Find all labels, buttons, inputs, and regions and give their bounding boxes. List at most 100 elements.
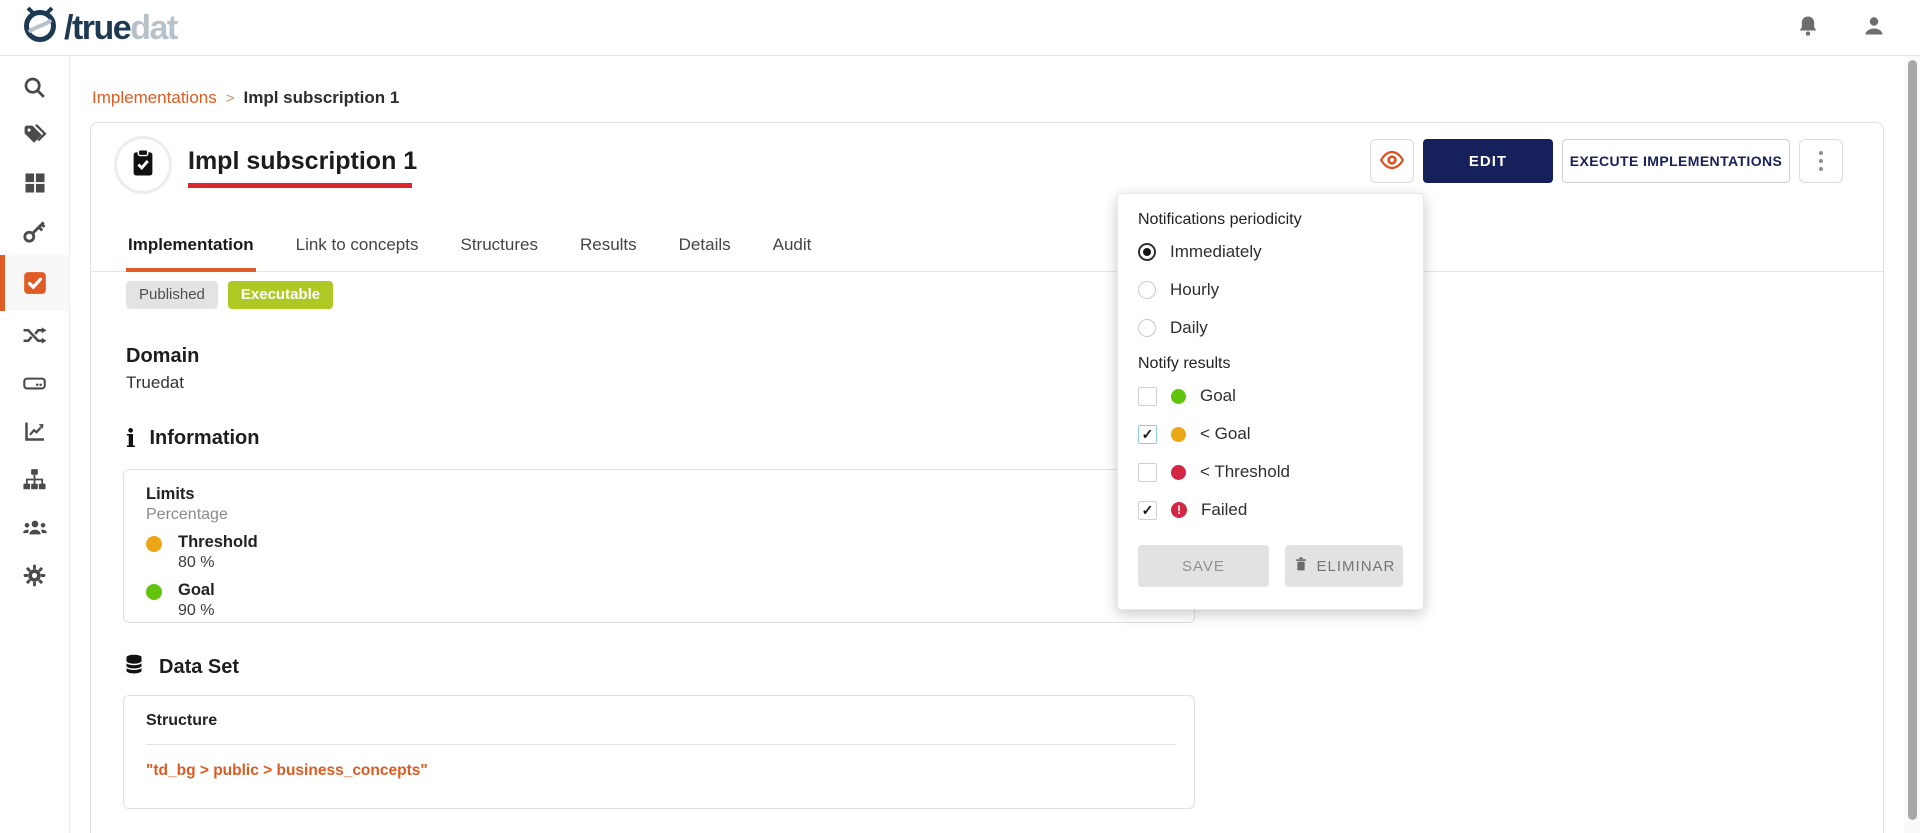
threshold-label: Threshold: [178, 533, 258, 552]
sidebar-item-quality-active[interactable]: [0, 255, 69, 311]
checkbox-goal[interactable]: [1138, 387, 1157, 406]
database-icon: [123, 653, 145, 681]
limits-box: Limits Percentage Threshold 80 % Goal 90…: [123, 469, 1195, 623]
sidebar-item-key[interactable]: [0, 207, 69, 255]
radio-immediately-label: Immediately: [1170, 242, 1262, 262]
goal-label: Goal: [178, 581, 215, 600]
threshold-value: 80 %: [178, 554, 258, 572]
tab-details[interactable]: Details: [677, 225, 733, 272]
brand-logo[interactable]: /truedat: [20, 5, 177, 50]
breadcrumb: Implementations > Impl subscription 1: [92, 88, 399, 108]
checkbox-option-lt-goal[interactable]: < Goal: [1138, 415, 1403, 453]
storage-drive-icon: [22, 371, 47, 396]
sitemap-icon: [22, 467, 47, 492]
breadcrumb-separator: >: [226, 90, 235, 107]
sidebar-item-grid[interactable]: [0, 159, 69, 207]
delete-button-label: ELIMINAR: [1317, 558, 1396, 575]
radio-immediately[interactable]: [1138, 243, 1156, 261]
tab-implementation[interactable]: Implementation: [126, 225, 256, 272]
popup-buttons: SAVE ELIMINAR: [1138, 545, 1403, 587]
lt-goal-status-dot-icon: [1171, 427, 1186, 442]
kebab-dot: [1819, 151, 1823, 155]
topbar-actions: [1796, 14, 1894, 41]
sidebar-item-user-group[interactable]: [0, 503, 69, 551]
domain-heading: Domain: [126, 345, 199, 368]
checkbox-option-failed[interactable]: ! Failed: [1138, 491, 1403, 529]
information-heading-label: Information: [150, 427, 260, 450]
brand-wordmark: /truedat: [64, 11, 177, 45]
domain-section: Domain Truedat: [126, 345, 199, 393]
notifications-bell-button[interactable]: [1796, 14, 1820, 41]
checkbox-option-lt-threshold[interactable]: < Threshold: [1138, 453, 1403, 491]
goal-dot-icon: [146, 584, 162, 600]
sidebar-item-tags[interactable]: [0, 111, 69, 159]
tab-audit[interactable]: Audit: [771, 225, 814, 272]
tab-link-to-concepts[interactable]: Link to concepts: [294, 225, 421, 272]
radio-hourly[interactable]: [1138, 281, 1156, 299]
checkbox-lt-goal[interactable]: [1138, 425, 1157, 444]
eye-icon: [1379, 147, 1405, 176]
notifications-popup: Notifications periodicity Immediately Ho…: [1117, 193, 1424, 610]
limits-title: Limits: [146, 485, 1172, 504]
dataset-heading-label: Data Set: [159, 656, 239, 679]
tab-results[interactable]: Results: [578, 225, 639, 272]
preview-eye-button[interactable]: [1370, 139, 1414, 183]
sidebar-item-line-chart[interactable]: [0, 407, 69, 455]
limits-subtitle: Percentage: [146, 506, 1172, 524]
topbar: /truedat: [0, 0, 1920, 56]
checkbox-lt-threshold-label: < Threshold: [1200, 462, 1290, 482]
user-group-icon: [22, 514, 48, 540]
edit-button[interactable]: EDIT: [1423, 139, 1553, 183]
trash-icon: [1293, 556, 1309, 576]
clipboard-check-icon: [128, 148, 158, 183]
header-actions: EDIT EXECUTE IMPLEMENTATIONS: [1370, 139, 1843, 183]
vertical-scrollbar[interactable]: [1904, 56, 1920, 833]
brand-secondary: dat: [130, 9, 177, 47]
scrollbar-thumb[interactable]: [1908, 60, 1917, 820]
radio-option-daily[interactable]: Daily: [1138, 309, 1403, 347]
tab-structures[interactable]: Structures: [458, 225, 539, 272]
radio-hourly-label: Hourly: [1170, 280, 1219, 300]
shuffle-icon: [22, 323, 47, 348]
search-icon: [22, 75, 47, 100]
sidebar-item-sitemap[interactable]: [0, 455, 69, 503]
kebab-dot: [1819, 159, 1823, 163]
notify-results-heading: Notify results: [1138, 355, 1403, 373]
checkbox-failed-label: Failed: [1201, 500, 1247, 520]
implementation-card: Impl subscription 1 EDIT EXECUTE IMPLEME…: [90, 122, 1884, 833]
radio-daily[interactable]: [1138, 319, 1156, 337]
key-icon: [22, 219, 47, 244]
gear-icon: [22, 563, 47, 588]
page-title: Impl subscription 1: [188, 147, 417, 176]
checkbox-goal-label: Goal: [1200, 386, 1236, 406]
implementation-avatar: [114, 136, 172, 194]
structure-path: "td_bg > public > business_concepts": [146, 762, 1172, 780]
save-button[interactable]: SAVE: [1138, 545, 1269, 587]
limit-entry-threshold: Threshold 80 %: [146, 533, 1172, 572]
radio-option-hourly[interactable]: Hourly: [1138, 271, 1403, 309]
user-menu-button[interactable]: [1862, 14, 1886, 41]
information-section-heading: i Information: [126, 427, 260, 450]
sidebar-item-search[interactable]: [0, 63, 69, 111]
delete-button[interactable]: ELIMINAR: [1285, 545, 1403, 587]
sidebar-item-shuffle[interactable]: [0, 311, 69, 359]
checkbox-lt-threshold[interactable]: [1138, 463, 1157, 482]
status-badges: Published Executable: [126, 281, 333, 309]
more-options-kebab-button[interactable]: [1799, 139, 1843, 183]
check-square-icon: [22, 270, 48, 296]
radio-option-immediately[interactable]: Immediately: [1138, 233, 1403, 271]
goal-value: 90 %: [178, 602, 215, 620]
checkbox-failed[interactable]: [1138, 501, 1157, 520]
breadcrumb-implementations-link[interactable]: Implementations: [92, 88, 217, 108]
checkbox-option-goal[interactable]: Goal: [1138, 377, 1403, 415]
sidebar-item-storage[interactable]: [0, 359, 69, 407]
executable-badge: Executable: [228, 281, 333, 309]
threshold-dot-icon: [146, 536, 162, 552]
tab-bar: Implementation Link to concepts Structur…: [91, 225, 1883, 272]
info-icon: i: [126, 428, 136, 450]
sidebar-item-settings[interactable]: [0, 551, 69, 599]
domain-value: Truedat: [126, 373, 199, 393]
sidebar: [0, 56, 70, 833]
execute-implementations-button[interactable]: EXECUTE IMPLEMENTATIONS: [1562, 139, 1790, 183]
limit-entry-goal: Goal 90 %: [146, 581, 1172, 620]
